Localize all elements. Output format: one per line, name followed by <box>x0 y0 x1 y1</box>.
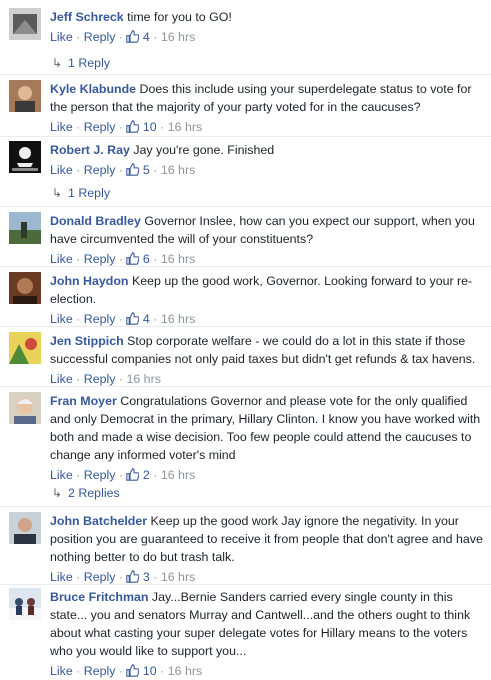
comment-author[interactable]: Jen Stippich <box>50 334 124 348</box>
divider <box>0 326 491 327</box>
reply-link[interactable]: Reply <box>84 468 116 482</box>
reply-link[interactable]: Reply <box>84 120 116 134</box>
timestamp[interactable]: 16 hrs <box>161 30 195 44</box>
reply-arrow-icon: ↳ <box>52 486 63 500</box>
reply-link[interactable]: Reply <box>84 570 116 584</box>
divider <box>0 206 491 207</box>
thumbs-up-icon <box>126 30 140 43</box>
divider <box>0 386 491 387</box>
timestamp[interactable]: 16 hrs <box>168 664 202 678</box>
comment-author[interactable]: Kyle Klabunde <box>50 82 136 96</box>
like-count[interactable]: 10 <box>126 120 157 134</box>
like-count-value: 3 <box>142 570 150 584</box>
timestamp[interactable]: 16 hrs <box>161 570 195 584</box>
like-count-value: 6 <box>142 252 150 266</box>
like-link[interactable]: Like <box>50 252 73 266</box>
avatar[interactable] <box>9 272 41 304</box>
thumbs-up-icon <box>126 120 140 133</box>
comment-text: time for you to GO! <box>127 10 232 24</box>
comment-author[interactable]: Fran Moyer <box>50 394 117 408</box>
avatar[interactable] <box>9 332 41 364</box>
like-link[interactable]: Like <box>50 163 73 177</box>
avatar[interactable] <box>9 80 41 112</box>
replies-link[interactable]: ↳ 2 Replies <box>52 484 120 502</box>
avatar[interactable] <box>9 141 41 173</box>
comment-author[interactable]: John Haydon <box>50 274 128 288</box>
comment-author[interactable]: Jeff Schreck <box>50 10 124 24</box>
thumbs-up-icon <box>126 664 140 677</box>
like-count-value: 5 <box>142 163 150 177</box>
divider <box>0 266 491 267</box>
timestamp[interactable]: 16 hrs <box>161 163 195 177</box>
thumbs-up-icon <box>126 570 140 583</box>
avatar[interactable] <box>9 512 41 544</box>
like-link[interactable]: Like <box>50 468 73 482</box>
thumbs-up-icon <box>126 252 140 265</box>
like-count[interactable]: 4 <box>126 312 150 326</box>
comment-author[interactable]: Donald Bradley <box>50 214 141 228</box>
timestamp[interactable]: 16 hrs <box>161 252 195 266</box>
timestamp[interactable]: 16 hrs <box>161 468 195 482</box>
reply-arrow-icon: ↳ <box>52 56 63 70</box>
avatar[interactable] <box>9 8 41 40</box>
like-count[interactable]: 3 <box>126 570 150 584</box>
reply-link[interactable]: Reply <box>84 372 116 386</box>
comment-feed: Jeff Schreck time for you to GO! Like · … <box>0 0 491 678</box>
like-link[interactable]: Like <box>50 664 73 678</box>
like-link[interactable]: Like <box>50 570 73 584</box>
divider <box>0 74 491 75</box>
avatar[interactable] <box>9 392 41 424</box>
reply-link[interactable]: Reply <box>84 30 116 44</box>
timestamp[interactable]: 16 hrs <box>126 372 160 386</box>
like-count[interactable]: 2 <box>126 468 150 482</box>
like-count-value: 10 <box>142 664 157 678</box>
thumbs-up-icon <box>126 468 140 481</box>
like-link[interactable]: Like <box>50 30 73 44</box>
like-link[interactable]: Like <box>50 120 73 134</box>
reply-link[interactable]: Reply <box>84 252 116 266</box>
like-count-value: 4 <box>142 30 150 44</box>
like-count[interactable]: 6 <box>126 252 150 266</box>
replies-link[interactable]: ↳ 1 Reply <box>52 54 110 72</box>
divider <box>0 584 491 585</box>
like-count-value: 4 <box>142 312 150 326</box>
like-link[interactable]: Like <box>50 372 73 386</box>
divider <box>0 136 491 137</box>
avatar[interactable] <box>9 588 41 620</box>
timestamp[interactable]: 16 hrs <box>168 120 202 134</box>
reply-arrow-icon: ↳ <box>52 186 63 200</box>
like-count[interactable]: 4 <box>126 30 150 44</box>
reply-link[interactable]: Reply <box>84 312 116 326</box>
replies-link[interactable]: ↳ 1 Reply <box>52 184 110 202</box>
comment-author[interactable]: Bruce Fritchman <box>50 590 148 604</box>
reply-link[interactable]: Reply <box>84 163 116 177</box>
like-count[interactable]: 5 <box>126 163 150 177</box>
comment-author[interactable]: Robert J. Ray <box>50 143 130 157</box>
comment-author[interactable]: John Batchelder <box>50 514 147 528</box>
comment-text: Jay you're gone. Finished <box>133 143 275 157</box>
like-count-value: 10 <box>142 120 157 134</box>
thumbs-up-icon <box>126 312 140 325</box>
reply-link[interactable]: Reply <box>84 664 116 678</box>
like-count-value: 2 <box>142 468 150 482</box>
timestamp[interactable]: 16 hrs <box>161 312 195 326</box>
like-link[interactable]: Like <box>50 312 73 326</box>
like-count[interactable]: 10 <box>126 664 157 678</box>
thumbs-up-icon <box>126 163 140 176</box>
divider <box>0 506 491 507</box>
avatar[interactable] <box>9 212 41 244</box>
